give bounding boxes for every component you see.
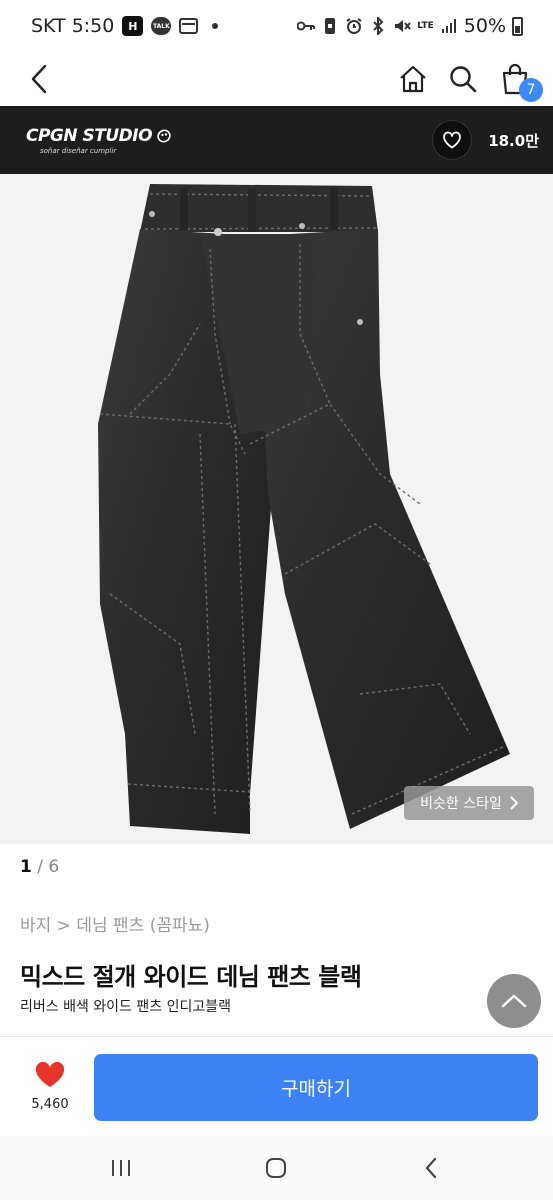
product-title: 믹스드 절개 와이드 데님 팬츠 블랙 bbox=[20, 963, 362, 991]
mute-icon bbox=[393, 16, 411, 36]
key-icon bbox=[297, 16, 316, 36]
shop-like-button[interactable] bbox=[432, 120, 473, 160]
shop-like-count: 18.0만 bbox=[488, 131, 539, 150]
product-subtitle: 리버스 배색 와이드 팬츠 인디고블랙 bbox=[20, 999, 231, 1015]
cart-button[interactable]: 7 bbox=[499, 52, 543, 106]
app-header: 7 bbox=[0, 52, 553, 106]
category-breadcrumb[interactable]: 바지 > 데님 팬츠 (꼼파뇨) bbox=[20, 911, 210, 936]
scroll-to-top-button[interactable] bbox=[487, 974, 541, 1028]
similar-style-label: 비슷한 스타일 bbox=[420, 796, 502, 812]
pager-current: 1 bbox=[20, 857, 32, 877]
signal-icon bbox=[440, 16, 458, 36]
status-bar: SKT 5:50 H TALK LTE 50% bbox=[0, 0, 553, 52]
chevron-up-icon bbox=[501, 994, 527, 1008]
shop-name: CPGN STUDIO bbox=[26, 125, 153, 146]
home-nav-button[interactable] bbox=[256, 1152, 296, 1184]
image-pager: 1 / 6 bbox=[20, 857, 59, 877]
home-icon bbox=[400, 65, 426, 93]
back-nav-button[interactable] bbox=[411, 1152, 451, 1184]
back-button[interactable] bbox=[24, 52, 54, 106]
buy-button[interactable]: 구매하기 bbox=[94, 1054, 538, 1121]
search-icon bbox=[450, 66, 477, 93]
product-image[interactable]: 비슷한 스타일 bbox=[0, 174, 553, 844]
heart-outline-icon bbox=[443, 131, 462, 149]
carrier-time: SKT 5:50 bbox=[31, 15, 115, 37]
denim-pants-photo bbox=[0, 174, 553, 844]
battery-icon bbox=[512, 16, 523, 36]
pager-total: / 6 bbox=[37, 857, 60, 877]
similar-style-button[interactable]: 비슷한 스타일 bbox=[404, 786, 534, 820]
bluetooth-icon bbox=[369, 16, 387, 36]
talk-icon: TALK bbox=[151, 17, 172, 35]
back-nav-icon bbox=[425, 1157, 437, 1179]
wishlist-count: 5,460 bbox=[31, 1097, 69, 1112]
shop-logo[interactable]: CPGN STUDIO soñar diseñar cumplir bbox=[26, 126, 172, 155]
chevron-right-icon bbox=[510, 796, 518, 810]
back-icon bbox=[31, 64, 47, 94]
home-nav-icon bbox=[266, 1158, 286, 1178]
wallet-icon bbox=[179, 18, 199, 34]
wishlist-button[interactable]: 5,460 bbox=[22, 1061, 78, 1112]
lte-label: LTE bbox=[417, 20, 434, 31]
recent-apps-button[interactable] bbox=[101, 1152, 141, 1184]
phone-lock-icon bbox=[321, 16, 339, 36]
system-nav-bar bbox=[0, 1136, 553, 1200]
shop-tagline: soñar diseñar cumplir bbox=[40, 146, 117, 155]
notification-dot-icon bbox=[212, 23, 219, 29]
recent-apps-icon bbox=[112, 1160, 130, 1176]
cart-count-badge: 7 bbox=[519, 78, 543, 102]
battery-percent: 50% bbox=[463, 15, 506, 37]
home-button[interactable] bbox=[396, 52, 430, 106]
bottom-action-bar: 5,460 구매하기 bbox=[0, 1036, 553, 1136]
search-button[interactable] bbox=[446, 52, 480, 106]
h-icon: H bbox=[122, 16, 144, 36]
shop-banner[interactable]: CPGN STUDIO soñar diseñar cumplir 18.0만 bbox=[0, 106, 553, 174]
alarm-icon bbox=[345, 16, 363, 36]
logo-mark-icon bbox=[157, 129, 171, 142]
heart-filled-icon bbox=[35, 1061, 65, 1087]
